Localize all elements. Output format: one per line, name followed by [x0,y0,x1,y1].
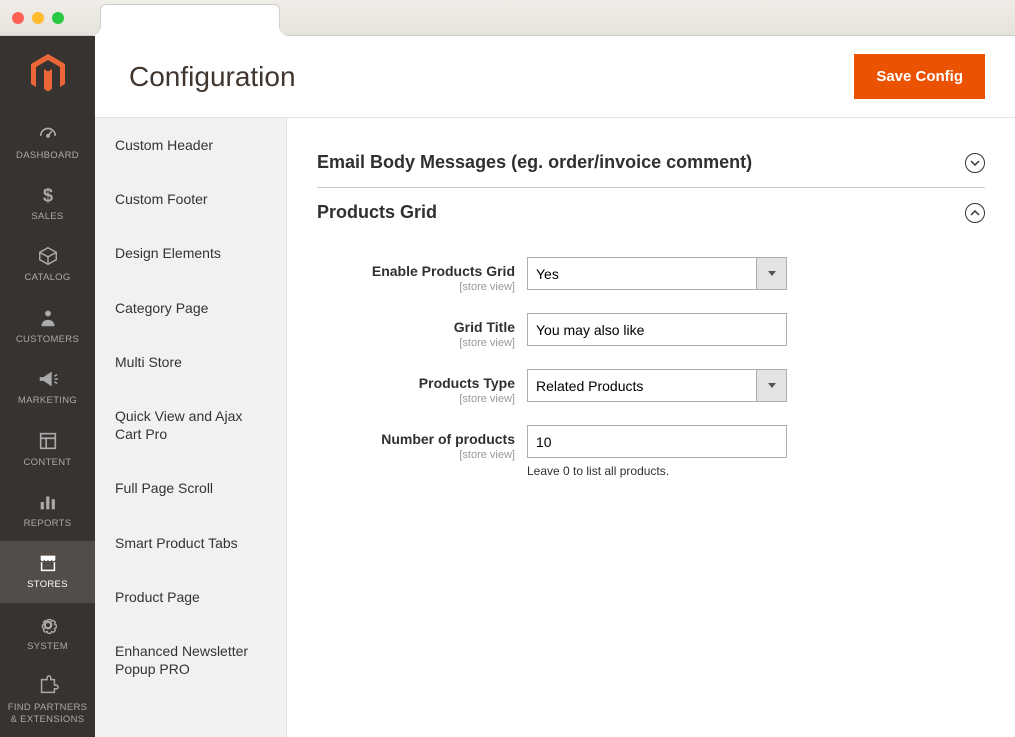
dollar-icon: $ [36,183,60,207]
field-grid-title: Grid Title [store view] [317,313,985,349]
sidebar-label: SALES [31,211,63,222]
sidebar-label: SYSTEM [27,641,68,652]
config-nav-item[interactable]: Custom Header [95,118,286,172]
field-scope: [store view] [317,281,515,293]
grid-title-input[interactable] [527,313,787,346]
layout-icon [36,429,60,453]
chevron-down-icon [965,153,985,173]
products-type-select[interactable]: Related Products [527,369,787,402]
close-window-icon[interactable] [12,12,24,24]
person-icon [36,306,60,330]
section-title: Email Body Messages (eg. order/invoice c… [317,152,752,173]
page-header: Configuration Save Config [95,36,1015,117]
number-of-products-input[interactable] [527,425,787,458]
select-dropdown-button[interactable] [757,369,787,402]
page-title: Configuration [129,61,296,93]
select-value: Related Products [527,369,757,402]
sidebar-item-stores[interactable]: STORES [0,541,95,602]
section-title: Products Grid [317,202,437,223]
sidebar-item-marketing[interactable]: MARKETING [0,357,95,418]
browser-tab[interactable] [100,4,280,36]
config-nav-item[interactable]: Custom Footer [95,172,286,226]
field-number-of-products: Number of products [store view] Leave 0 … [317,425,985,478]
sidebar-item-customers[interactable]: CUSTOMERS [0,296,95,357]
field-label: Enable Products Grid [317,263,515,279]
gear-icon [36,613,60,637]
svg-text:$: $ [42,185,52,206]
config-nav-item[interactable]: Quick View and Ajax Cart Pro [95,389,286,461]
section-email-body: Email Body Messages (eg. order/invoice c… [317,138,985,188]
config-nav-item[interactable]: Category Page [95,281,286,335]
config-nav-item[interactable]: Design Elements [95,226,286,280]
sidebar-label: MARKETING [18,395,77,406]
sidebar-label: CUSTOMERS [16,334,79,345]
field-scope: [store view] [317,393,515,405]
chevron-up-icon [965,203,985,223]
enable-products-grid-select[interactable]: Yes [527,257,787,290]
gauge-icon [36,122,60,146]
config-nav-item[interactable]: Full Page Scroll [95,461,286,515]
browser-chrome [0,0,1015,36]
field-products-type: Products Type [store view] Related Produ… [317,369,985,405]
sidebar-item-dashboard[interactable]: DASHBOARD [0,112,95,173]
sidebar-label: REPORTS [24,518,72,529]
config-nav-item[interactable]: Multi Store [95,335,286,389]
magento-logo[interactable] [0,36,95,112]
store-icon [36,551,60,575]
field-label: Number of products [317,431,515,447]
maximize-window-icon[interactable] [52,12,64,24]
field-note: Leave 0 to list all products. [527,464,787,478]
field-label: Grid Title [317,319,515,335]
sidebar-label: FIND PARTNERS & EXTENSIONS [4,702,91,725]
minimize-window-icon[interactable] [32,12,44,24]
sidebar-label: CONTENT [23,457,71,468]
sidebar-label: STORES [27,579,68,590]
field-enable-products-grid: Enable Products Grid [store view] Yes [317,257,985,293]
field-label: Products Type [317,375,515,391]
sidebar-item-sales[interactable]: $ SALES [0,173,95,234]
section-header-products-grid[interactable]: Products Grid [317,188,985,237]
field-scope: [store view] [317,337,515,349]
config-panel: Email Body Messages (eg. order/invoice c… [287,118,1015,737]
puzzle-icon [36,674,60,698]
sidebar-item-find-partners-extensions[interactable]: FIND PARTNERS & EXTENSIONS [0,664,95,737]
section-products-grid: Products Grid Enable Products Grid [stor… [317,188,985,526]
section-header-email-body[interactable]: Email Body Messages (eg. order/invoice c… [317,138,985,187]
config-nav-item[interactable]: Smart Product Tabs [95,516,286,570]
sidebar-label: DASHBOARD [16,150,79,161]
select-value: Yes [527,257,757,290]
sidebar-item-catalog[interactable]: CATALOG [0,234,95,295]
config-nav-item[interactable]: Product Page [95,570,286,624]
bars-icon [36,490,60,514]
traffic-lights [12,12,64,24]
sidebar-item-system[interactable]: SYSTEM [0,603,95,664]
config-nav: Custom HeaderCustom FooterDesign Element… [95,118,287,737]
megaphone-icon [36,367,60,391]
sidebar-item-content[interactable]: CONTENT [0,419,95,480]
save-config-button[interactable]: Save Config [854,54,985,99]
sidebar-label: CATALOG [24,272,70,283]
select-dropdown-button[interactable] [757,257,787,290]
field-scope: [store view] [317,449,515,461]
config-nav-item[interactable]: Enhanced Newsletter Popup PRO [95,624,286,696]
sidebar-item-reports[interactable]: REPORTS [0,480,95,541]
box-icon [36,244,60,268]
admin-sidebar: DASHBOARD $ SALES CATALOG CUSTOMERS MARKETING… [0,36,95,737]
